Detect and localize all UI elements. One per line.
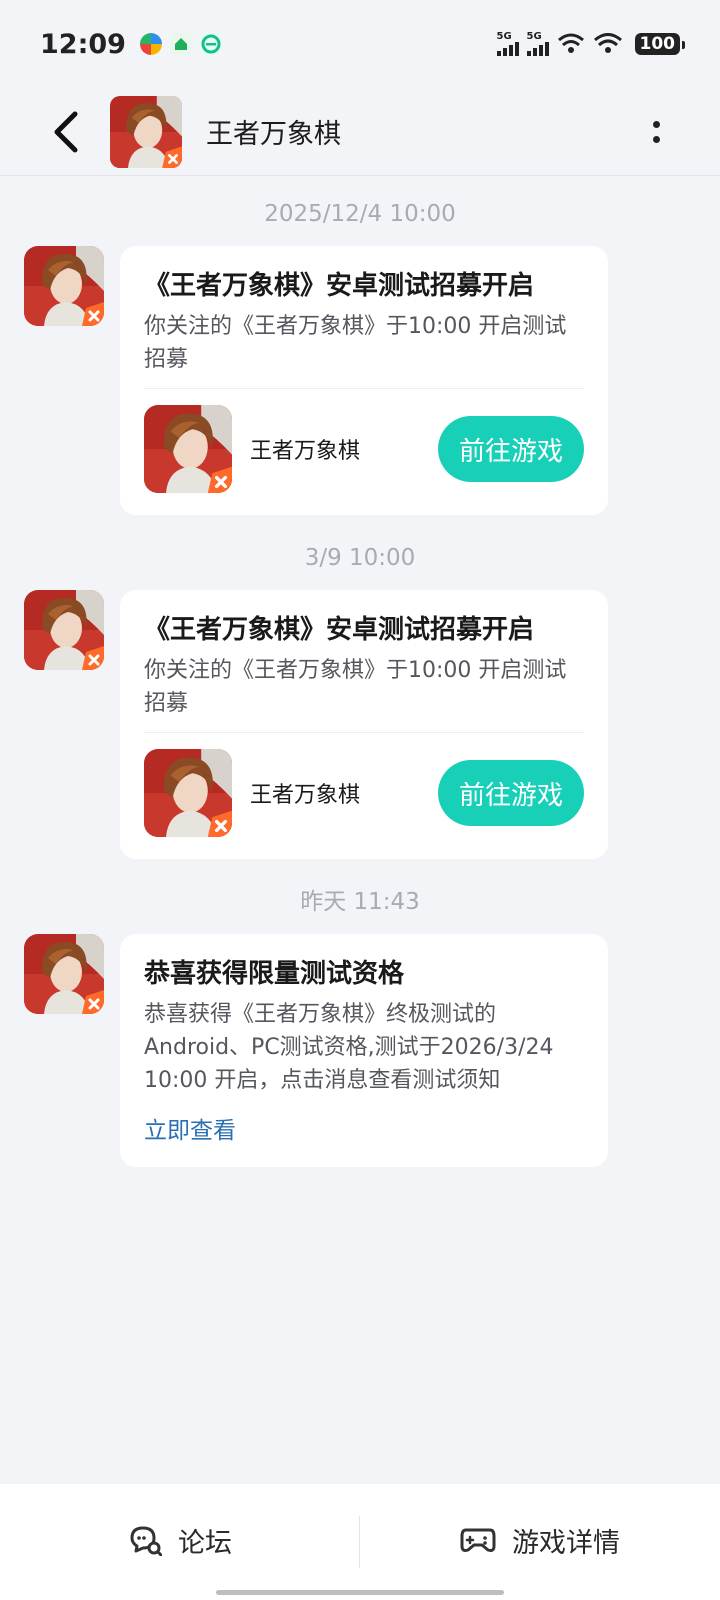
- wifi-icon: [557, 33, 584, 53]
- browser-app-icon: [199, 33, 222, 55]
- message-row: 《王者万象棋》安卓测试招募开启 你关注的《王者万象棋》于10:00 开启测试招募…: [0, 246, 720, 515]
- game-row: 王者万象棋 前往游戏: [144, 405, 584, 493]
- divider: [144, 732, 584, 733]
- message-title: 《王者万象棋》安卓测试招募开启: [144, 615, 535, 645]
- forum-icon: [130, 1526, 162, 1556]
- status-indicators: 5G 5G 100: [496, 32, 685, 56]
- go-to-game-button[interactable]: 前往游戏: [438, 416, 584, 482]
- signal-icon: 5G: [496, 32, 519, 56]
- forum-tab[interactable]: 论坛: [0, 1484, 360, 1596]
- message-card[interactable]: 《王者万象棋》安卓测试招募开启 你关注的《王者万象棋》于10:00 开启测试招募…: [120, 246, 608, 515]
- message-timestamp: 昨天 11:43: [300, 889, 420, 915]
- wifi-icon: [593, 33, 622, 53]
- game-detail-label: 游戏详情: [512, 1527, 620, 1559]
- sender-avatar[interactable]: [24, 934, 104, 1014]
- game-row: 王者万象棋 前往游戏: [144, 749, 584, 837]
- chevron-left-icon: [54, 111, 78, 152]
- status-time: 12:09: [40, 28, 126, 60]
- home-indicator[interactable]: [216, 1590, 504, 1595]
- message-timestamp: 3/9 10:00: [304, 545, 416, 571]
- game-name: 王者万象棋: [250, 783, 361, 808]
- game-icon[interactable]: [144, 405, 232, 493]
- message-row: 恭喜获得限量测试资格 恭喜获得《王者万象棋》终极测试的Android、PC测试资…: [0, 934, 720, 1167]
- message-group: 3/9 10:00 《王者万象棋》安卓测试招募开启 你关注的《王者万象棋》于10…: [0, 538, 720, 859]
- back-button[interactable]: [36, 102, 96, 162]
- sender-avatar[interactable]: [24, 246, 104, 326]
- message-card[interactable]: 恭喜获得限量测试资格 恭喜获得《王者万象棋》终极测试的Android、PC测试资…: [120, 934, 608, 1167]
- gamepad-icon: [460, 1528, 496, 1552]
- game-avatar[interactable]: [110, 96, 182, 168]
- battery-icon: 100: [634, 33, 685, 55]
- game-detail-tab[interactable]: 游戏详情: [360, 1484, 720, 1596]
- home-app-icon: [169, 33, 192, 55]
- message-row: 《王者万象棋》安卓测试招募开启 你关注的《王者万象棋》于10:00 开启测试招募…: [0, 590, 720, 859]
- status-bar: 12:09 5G 5G 100: [0, 0, 720, 88]
- message-timestamp: 2025/12/4 10:00: [264, 201, 456, 227]
- page-title: 王者万象棋: [206, 119, 341, 150]
- more-options-button[interactable]: [644, 112, 668, 152]
- message-description: 你关注的《王者万象棋》于10:00 开启测试招募: [144, 658, 567, 716]
- game-name: 王者万象棋: [250, 439, 361, 464]
- message-group: 2025/12/4 10:00 《王者万象棋》安卓测试招募开启 你关注的《王者万…: [0, 194, 720, 515]
- dot-icon: [652, 135, 660, 143]
- view-now-link[interactable]: 立即查看: [144, 1111, 236, 1145]
- app-notification-icon: [139, 33, 162, 55]
- sender-avatar[interactable]: [24, 590, 104, 670]
- signal-icon: 5G: [526, 32, 549, 56]
- message-description: 恭喜获得《王者万象棋》终极测试的Android、PC测试资格,测试于2026/3…: [144, 1002, 554, 1093]
- go-to-game-button[interactable]: 前往游戏: [438, 760, 584, 826]
- game-icon[interactable]: [144, 749, 232, 837]
- message-card[interactable]: 《王者万象棋》安卓测试招募开启 你关注的《王者万象棋》于10:00 开启测试招募…: [120, 590, 608, 859]
- header-bar: 王者万象棋: [0, 88, 720, 176]
- dot-icon: [652, 120, 660, 128]
- status-app-icons: [139, 33, 222, 55]
- divider: [359, 1516, 360, 1568]
- forum-label: 论坛: [178, 1527, 232, 1559]
- message-group: 昨天 11:43 恭喜获得限量测试资格 恭喜获得《王者万象棋》终极测试的Andr…: [0, 882, 720, 1167]
- bottom-bar: 论坛 游戏详情: [0, 1484, 720, 1600]
- message-title: 《王者万象棋》安卓测试招募开启: [144, 271, 535, 301]
- divider: [144, 388, 584, 389]
- message-description: 你关注的《王者万象棋》于10:00 开启测试招募: [144, 314, 567, 372]
- message-title: 恭喜获得限量测试资格: [144, 959, 405, 989]
